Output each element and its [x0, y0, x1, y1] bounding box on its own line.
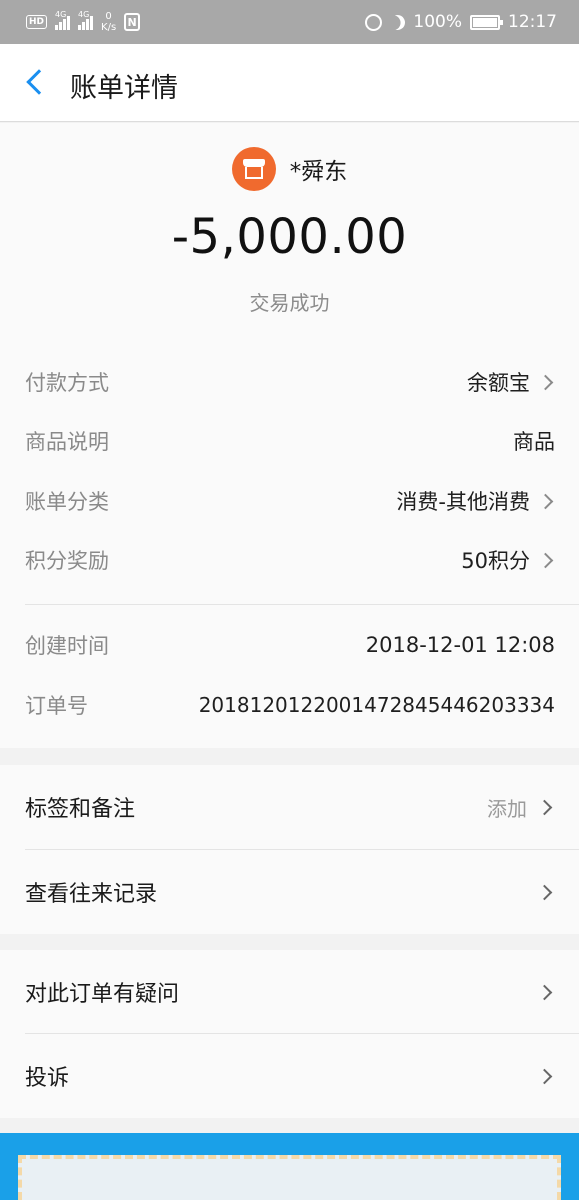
- merchant-row: *舜东: [0, 147, 579, 191]
- moon-icon: [388, 12, 408, 32]
- transaction-status: 交易成功: [249, 291, 330, 315]
- nfc-icon: N: [124, 13, 141, 31]
- signal-icon-2: 4G: [78, 10, 94, 30]
- points-reward-value: 50积分: [461, 549, 530, 573]
- bill-category-value: 消费-其他消费: [396, 490, 530, 514]
- order-question-label: 对此订单有疑问: [25, 982, 180, 1007]
- product-desc-label: 商品说明: [25, 430, 109, 454]
- network-speed: 0 K/s: [101, 11, 116, 33]
- speed-unit: K/s: [101, 22, 117, 33]
- created-time-value: 2018-12-01 12:08: [365, 633, 555, 657]
- points-reward-label: 积分奖励: [25, 549, 109, 573]
- chevron-right-icon: [537, 552, 554, 568]
- clock: 12:17: [508, 12, 557, 32]
- promo-banner[interactable]: [0, 1133, 579, 1200]
- chevron-right-icon: [536, 984, 553, 1000]
- created-time-label: 创建时间: [25, 634, 109, 658]
- complaint-row[interactable]: 投诉: [0, 1034, 579, 1118]
- status-right: 100% 12:17: [365, 12, 557, 32]
- created-time-row: 创建时间 2018-12-01 12:08: [25, 625, 555, 665]
- hd-icon: HD: [26, 15, 48, 29]
- view-history-label: 查看往来记录: [25, 882, 158, 907]
- bill-category-label: 账单分类: [25, 490, 109, 514]
- payment-method-row[interactable]: 付款方式 余额宝: [25, 362, 555, 402]
- transaction-amount: -5,000.00: [171, 209, 408, 265]
- network-type-label: 4G: [55, 10, 67, 19]
- battery-percent: 100%: [413, 12, 462, 32]
- page-title: 账单详情: [70, 73, 178, 104]
- chevron-right-icon: [536, 884, 553, 900]
- complaint-label: 投诉: [25, 1066, 70, 1091]
- tags-notes-label: 标签和备注: [25, 797, 136, 822]
- divider: [25, 604, 579, 605]
- bill-detail-card: *舜东 -5,000.00 交易成功 付款方式 余额宝 商品说明 商品 账单分类…: [0, 123, 579, 748]
- chevron-right-icon: [536, 1068, 553, 1084]
- battery-icon: [470, 14, 503, 30]
- speed-value: 0: [105, 11, 112, 22]
- chevron-right-icon: [537, 374, 554, 390]
- network-type-label-2: 4G: [78, 10, 90, 19]
- top-nav-bar: 账单详情: [0, 44, 579, 122]
- order-number-label: 订单号: [25, 694, 88, 718]
- payment-method-label: 付款方式: [25, 371, 109, 395]
- payment-method-value: 余额宝: [467, 371, 530, 395]
- signal-icon: 4G: [55, 10, 71, 30]
- merchant-name: *舜东: [289, 159, 348, 185]
- banner-ticket-graphic: [18, 1155, 561, 1200]
- bill-category-row[interactable]: 账单分类 消费-其他消费: [25, 481, 555, 521]
- order-question-row[interactable]: 对此订单有疑问: [0, 950, 579, 1034]
- status-bar: HD 4G 4G 0 K/s N 100% 12:17: [0, 0, 579, 44]
- back-arrow-icon[interactable]: [26, 69, 52, 95]
- view-history-row[interactable]: 查看往来记录: [0, 850, 579, 934]
- order-number-value: 2018120122001472845446203334: [198, 693, 555, 717]
- chevron-right-icon: [536, 799, 553, 815]
- support-section: 对此订单有疑问 投诉: [0, 950, 579, 1118]
- chevron-right-icon: [537, 493, 554, 509]
- alarm-icon: [365, 13, 383, 31]
- tags-history-section: 标签和备注 添加 查看往来记录: [0, 765, 579, 934]
- shop-icon: [231, 147, 276, 191]
- product-desc-value: 商品: [513, 430, 555, 454]
- tags-add-hint: 添加: [487, 796, 527, 821]
- tags-notes-row[interactable]: 标签和备注 添加: [0, 765, 579, 849]
- status-left: HD 4G 4G 0 K/s N: [26, 10, 141, 33]
- points-reward-row[interactable]: 积分奖励 50积分: [25, 540, 555, 580]
- order-number-row: 订单号 2018120122001472845446203334: [25, 685, 555, 725]
- product-desc-row: 商品说明 商品: [25, 421, 555, 461]
